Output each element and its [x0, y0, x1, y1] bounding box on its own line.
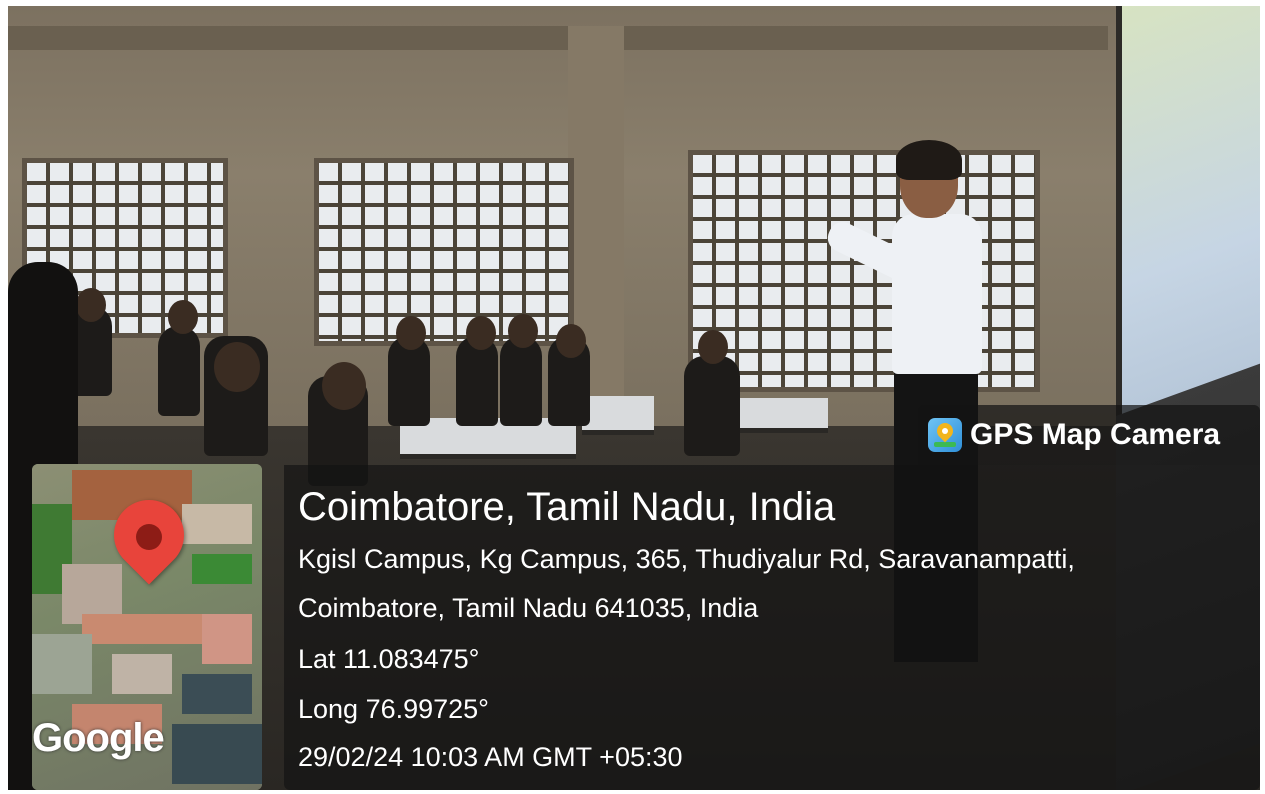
- latitude: Lat 11.083475°: [298, 644, 480, 674]
- presenter-hair: [896, 140, 962, 180]
- gps-map-camera-badge: GPS Map Camera: [918, 405, 1260, 465]
- gps-map-camera-icon: [928, 418, 962, 452]
- student: [500, 336, 542, 426]
- student-head: [508, 314, 538, 348]
- badge-label: GPS Map Camera: [970, 418, 1221, 451]
- student-head: [556, 324, 586, 358]
- map-thumbnail: Google: [32, 464, 262, 790]
- place-name: Coimbatore, Tamil Nadu, India: [298, 485, 836, 529]
- student: [158, 326, 200, 416]
- address-line-1: Kgisl Campus, Kg Campus, 365, Thudiyalur…: [298, 544, 1075, 574]
- student-head: [396, 316, 426, 350]
- desk: [736, 398, 828, 433]
- google-logo: Google: [32, 716, 165, 760]
- student-head: [214, 342, 260, 392]
- projection-screen: [1116, 6, 1260, 416]
- student-head: [322, 362, 366, 410]
- student-head: [76, 288, 106, 322]
- student-head: [168, 300, 198, 334]
- ceiling-beam: [8, 26, 1108, 50]
- address-line-2: Coimbatore, Tamil Nadu 641035, India: [298, 593, 759, 623]
- map-pin-dot: [136, 524, 162, 550]
- longitude: Long 76.99725°: [298, 694, 489, 724]
- window-middle: [314, 158, 574, 346]
- timestamp: 29/02/24 10:03 AM GMT +05:30: [298, 742, 683, 772]
- student: [684, 356, 740, 456]
- window-right: [688, 150, 1040, 392]
- desk: [582, 396, 654, 435]
- student-head: [466, 316, 496, 350]
- student-head: [698, 330, 728, 364]
- presenter-shirt: [892, 214, 982, 374]
